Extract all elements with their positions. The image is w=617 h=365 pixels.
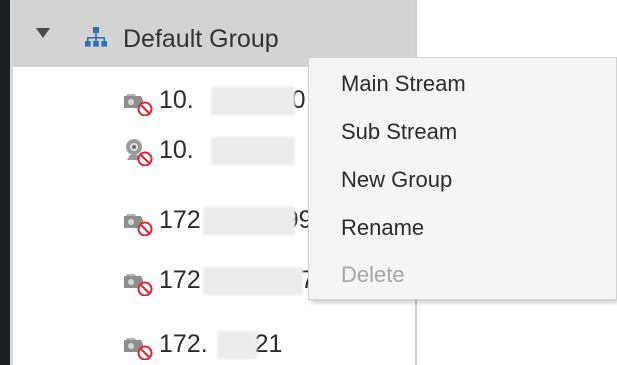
panel-left-border (0, 0, 10, 365)
expand-caret-icon[interactable] (36, 28, 50, 38)
device-label-prefix: 172. (159, 330, 208, 358)
redaction-block (217, 331, 257, 359)
device-tree-screen: Default Group 10.10 10 (0, 0, 617, 365)
menu-item-rename[interactable]: Rename (341, 214, 424, 242)
tree-device-row[interactable]: 172. .21 (13, 322, 415, 365)
redaction-block (203, 267, 303, 295)
device-label-prefix: 10. (159, 136, 194, 164)
camera-offline-icon (124, 338, 153, 360)
network-group-icon (85, 27, 107, 47)
camera-offline-icon (124, 94, 153, 116)
redaction-block (203, 207, 295, 235)
webcam-offline-icon (126, 139, 153, 166)
device-label-prefix: 172 (159, 266, 201, 294)
group-label: Default Group (123, 25, 279, 53)
redaction-block (211, 87, 295, 115)
device-label-prefix: 172 (159, 206, 201, 234)
menu-item-new-group[interactable]: New Group (341, 166, 452, 194)
menu-item-delete: Delete (341, 262, 405, 287)
menu-item-sub-stream[interactable]: Sub Stream (341, 118, 457, 146)
camera-offline-icon (124, 274, 153, 296)
menu-item-main-stream[interactable]: Main Stream (341, 70, 466, 98)
camera-offline-icon (124, 214, 153, 236)
redaction-block (211, 137, 295, 165)
context-menu: Main Stream Sub Stream New Group Rename … (308, 57, 617, 300)
device-label-prefix: 10. (159, 86, 194, 114)
